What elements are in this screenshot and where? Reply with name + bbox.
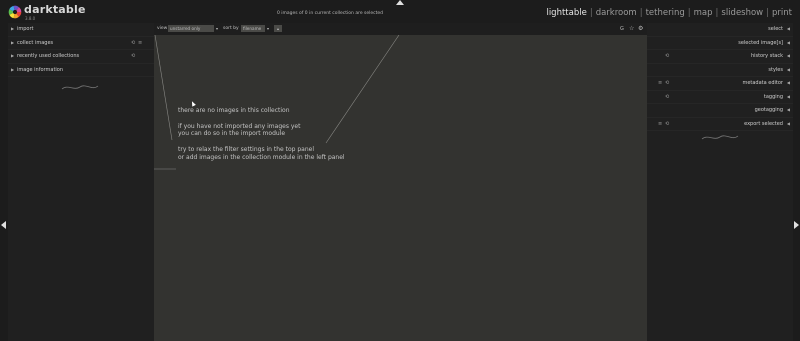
- rating-filter-select[interactable]: unstarred only: [168, 25, 214, 32]
- expand-triangle-icon: ◀: [786, 93, 790, 99]
- module-selected-images[interactable]: selected image[s] ◀: [647, 37, 793, 50]
- view-slideshow[interactable]: slideshow: [721, 8, 763, 18]
- module-metadata-editor[interactable]: ≡ ⟲ metadata editor ◀: [647, 77, 793, 91]
- help-guide-lines: [154, 35, 400, 170]
- module-recently-used-collections[interactable]: ▶ recently used collections ⟲: [8, 50, 154, 64]
- expand-triangle-icon: ◀: [786, 120, 790, 126]
- empty-collection-message: there are no images in this collection i…: [178, 107, 345, 162]
- right-panel-toggle-icon[interactable]: [794, 221, 799, 229]
- panel-end-ornament-icon: [61, 85, 99, 90]
- view-separator: |: [687, 8, 691, 18]
- gear-icon[interactable]: ⚙: [638, 25, 643, 32]
- view-map[interactable]: map: [694, 8, 713, 18]
- module-label: recently used collections: [17, 53, 80, 59]
- collection-status: 0 images of 0 in current collection are …: [276, 11, 384, 16]
- message-line: if you have not imported any images yet: [178, 122, 301, 130]
- right-panel: select ◀ selected image[s] ◀ ⟲ history s…: [647, 23, 793, 341]
- left-panel: ▶ import ▶ collect images ⟲ ≡ ▶ recently…: [8, 23, 154, 341]
- reset-icon[interactable]: ⟲: [665, 118, 669, 131]
- reset-icon[interactable]: ⟲: [665, 91, 669, 104]
- message-line: you can do so in the import module: [178, 130, 286, 138]
- module-label: export selected: [744, 120, 783, 127]
- view-print[interactable]: print: [772, 8, 792, 18]
- expand-triangle-icon: ◀: [786, 66, 790, 72]
- lighttable-center-view[interactable]: there are no images in this collection i…: [154, 35, 647, 341]
- expand-triangle-icon: ◀: [786, 26, 790, 31]
- module-label: collect images: [17, 39, 54, 46]
- preset-icon[interactable]: ≡: [138, 37, 142, 50]
- expand-triangle-icon: ◀: [786, 80, 790, 85]
- expand-triangle-icon: ▶: [11, 66, 15, 72]
- reset-icon[interactable]: ⟲: [665, 77, 669, 90]
- view-filter-label: view: [157, 26, 168, 31]
- top-bar: darktable 3.8.0 0 images of 0 in current…: [0, 0, 800, 23]
- message-line: there are no images in this collection: [178, 107, 290, 114]
- message-line: try to relax the filter settings in the …: [178, 145, 315, 153]
- view-tethering[interactable]: tethering: [646, 8, 685, 18]
- filter-bar: view unstarred only ▾ sort by filename ▾…: [154, 23, 647, 35]
- left-panel-toggle-icon[interactable]: [1, 221, 6, 229]
- module-tagging[interactable]: ⟲ tagging ◀: [647, 91, 793, 104]
- expand-triangle-icon: ◀: [786, 53, 790, 58]
- sort-label: sort by: [223, 26, 239, 31]
- module-select[interactable]: select ◀: [647, 23, 793, 37]
- module-label: select: [768, 26, 783, 32]
- module-label: history stack: [750, 53, 783, 59]
- grouping-icon[interactable]: G: [620, 26, 624, 32]
- view-separator: |: [589, 8, 593, 18]
- reset-icon[interactable]: ⟲: [665, 50, 669, 63]
- app-name: darktable: [24, 3, 86, 16]
- module-label: styles: [768, 66, 783, 73]
- expand-triangle-icon: ▶: [11, 26, 15, 31]
- module-geotagging[interactable]: geotagging ◀: [647, 104, 793, 118]
- star-icon[interactable]: ☆: [629, 25, 634, 32]
- preset-icon[interactable]: ≡: [658, 77, 662, 90]
- sort-select[interactable]: filename: [241, 25, 265, 32]
- top-panel-toggle-icon[interactable]: [396, 0, 404, 5]
- module-label: tagging: [763, 93, 783, 100]
- module-label: geotagging: [754, 107, 783, 113]
- view-lighttable[interactable]: lighttable: [546, 8, 586, 18]
- module-history-stack[interactable]: ⟲ history stack ◀: [647, 50, 793, 64]
- chevron-down-icon[interactable]: ▾: [216, 26, 218, 31]
- expand-triangle-icon: ▶: [11, 39, 15, 45]
- expand-triangle-icon: ◀: [786, 107, 790, 112]
- view-darkroom[interactable]: darkroom: [596, 8, 637, 18]
- view-separator: |: [639, 8, 643, 18]
- module-label: selected image[s]: [738, 39, 783, 46]
- expand-triangle-icon: ▶: [11, 53, 15, 58]
- module-collect-images[interactable]: ▶ collect images ⟲ ≡: [8, 37, 154, 50]
- view-separator: |: [766, 8, 770, 18]
- expand-triangle-icon: ◀: [786, 39, 790, 45]
- darktable-logo-icon: [8, 5, 22, 19]
- reset-icon[interactable]: ⟲: [131, 50, 135, 63]
- view-switcher: lighttable | darkroom | tethering | map | slides…: [546, 8, 792, 18]
- app-version: 3.8.0: [25, 16, 36, 21]
- module-import[interactable]: ▶ import: [8, 23, 154, 37]
- panel-end-ornament-icon: [701, 135, 739, 140]
- message-line: or add images in the collection module i…: [178, 153, 345, 161]
- chevron-down-icon[interactable]: ▾: [267, 26, 269, 31]
- module-styles[interactable]: styles ◀: [647, 64, 793, 77]
- module-label: image information: [17, 66, 64, 73]
- preset-icon[interactable]: ≡: [658, 118, 662, 131]
- module-export-selected[interactable]: ≡ ⟲ export selected ◀: [647, 118, 793, 131]
- module-label: import: [17, 26, 34, 32]
- sort-order-button[interactable]: ▴: [274, 25, 282, 32]
- module-label: metadata editor: [742, 80, 783, 86]
- reset-icon[interactable]: ⟲: [131, 37, 135, 50]
- view-separator: |: [715, 8, 719, 18]
- module-image-information[interactable]: ▶ image information: [8, 64, 154, 77]
